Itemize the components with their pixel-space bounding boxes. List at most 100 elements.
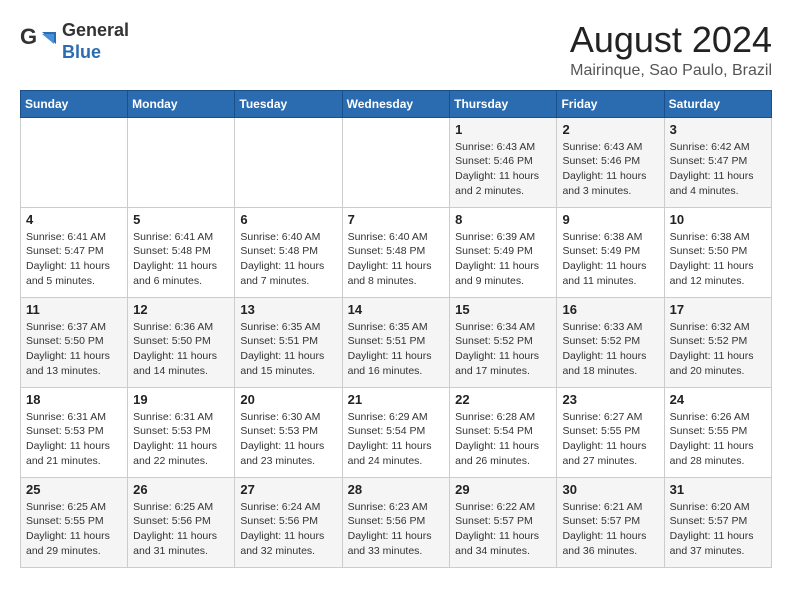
day-info: Sunrise: 6:28 AM Sunset: 5:54 PM Dayligh… (455, 410, 551, 469)
day-number: 18 (26, 392, 122, 407)
calendar-cell: 6 Sunrise: 6:40 AM Sunset: 5:48 PM Daylig… (235, 207, 342, 297)
day-info: Sunrise: 6:33 AM Sunset: 5:52 PM Dayligh… (562, 320, 658, 379)
day-number: 6 (240, 212, 336, 227)
calendar-cell: 22 Sunrise: 6:28 AM Sunset: 5:54 PM Dayli… (450, 387, 557, 477)
day-info: Sunrise: 6:42 AM Sunset: 5:47 PM Dayligh… (670, 140, 766, 199)
day-number: 12 (133, 302, 229, 317)
calendar-cell: 25 Sunrise: 6:25 AM Sunset: 5:55 PM Dayli… (21, 477, 128, 567)
calendar-cell: 2 Sunrise: 6:43 AM Sunset: 5:46 PM Daylig… (557, 117, 664, 207)
calendar-cell: 8 Sunrise: 6:39 AM Sunset: 5:49 PM Daylig… (450, 207, 557, 297)
day-number: 21 (348, 392, 445, 407)
day-info: Sunrise: 6:36 AM Sunset: 5:50 PM Dayligh… (133, 320, 229, 379)
calendar-cell: 4Sunrise: 6:41 AM Sunset: 5:47 PM Daylig… (21, 207, 128, 297)
day-info: Sunrise: 6:38 AM Sunset: 5:49 PM Dayligh… (562, 230, 658, 289)
day-info: Sunrise: 6:39 AM Sunset: 5:49 PM Dayligh… (455, 230, 551, 289)
day-number: 26 (133, 482, 229, 497)
calendar-cell: 26Sunrise: 6:25 AM Sunset: 5:56 PM Dayli… (128, 477, 235, 567)
calendar-cell: 13Sunrise: 6:35 AM Sunset: 5:51 PM Dayli… (235, 297, 342, 387)
calendar-cell: 20 Sunrise: 6:30 AM Sunset: 5:53 PM Dayli… (235, 387, 342, 477)
calendar-cell: 11 Sunrise: 6:37 AM Sunset: 5:50 PM Dayli… (21, 297, 128, 387)
day-info: Sunrise: 6:22 AM Sunset: 5:57 PM Dayligh… (455, 500, 551, 559)
calendar-cell: 10Sunrise: 6:38 AM Sunset: 5:50 PM Dayli… (664, 207, 771, 297)
calendar-cell (235, 117, 342, 207)
day-info: Sunrise: 6:37 AM Sunset: 5:50 PM Dayligh… (26, 320, 122, 379)
day-number: 28 (348, 482, 445, 497)
day-info: Sunrise: 6:41 AM Sunset: 5:48 PM Dayligh… (133, 230, 229, 289)
day-info: Sunrise: 6:35 AM Sunset: 5:51 PM Dayligh… (348, 320, 445, 379)
day-info: Sunrise: 6:30 AM Sunset: 5:53 PM Dayligh… (240, 410, 336, 469)
day-info: Sunrise: 6:25 AM Sunset: 5:55 PM Dayligh… (26, 500, 122, 559)
day-info: Sunrise: 6:20 AM Sunset: 5:57 PM Dayligh… (670, 500, 766, 559)
weekday-header-sunday: Sunday (21, 90, 128, 117)
calendar-table: SundayMondayTuesdayWednesdayThursdayFrid… (20, 90, 772, 568)
calendar-cell: 17Sunrise: 6:32 AM Sunset: 5:52 PM Dayli… (664, 297, 771, 387)
day-number: 15 (455, 302, 551, 317)
day-info: Sunrise: 6:35 AM Sunset: 5:51 PM Dayligh… (240, 320, 336, 379)
calendar-cell: 23 Sunrise: 6:27 AM Sunset: 5:55 PM Dayli… (557, 387, 664, 477)
day-number: 25 (26, 482, 122, 497)
day-number: 16 (562, 302, 658, 317)
week-row-1: 1 Sunrise: 6:43 AM Sunset: 5:46 PM Daylig… (21, 117, 772, 207)
day-number: 11 (26, 302, 122, 317)
day-number: 27 (240, 482, 336, 497)
calendar-cell: 28Sunrise: 6:23 AM Sunset: 5:56 PM Dayli… (342, 477, 450, 567)
day-info: Sunrise: 6:21 AM Sunset: 5:57 PM Dayligh… (562, 500, 658, 559)
day-number: 7 (348, 212, 445, 227)
calendar-cell: 5 Sunrise: 6:41 AM Sunset: 5:48 PM Daylig… (128, 207, 235, 297)
calendar-cell: 21 Sunrise: 6:29 AM Sunset: 5:54 PM Dayli… (342, 387, 450, 477)
calendar-cell: 24 Sunrise: 6:26 AM Sunset: 5:55 PM Dayli… (664, 387, 771, 477)
day-info: Sunrise: 6:40 AM Sunset: 5:48 PM Dayligh… (240, 230, 336, 289)
calendar-cell: 7 Sunrise: 6:40 AM Sunset: 5:48 PM Daylig… (342, 207, 450, 297)
day-number: 19 (133, 392, 229, 407)
day-number: 20 (240, 392, 336, 407)
calendar-cell: 29 Sunrise: 6:22 AM Sunset: 5:57 PM Dayli… (450, 477, 557, 567)
calendar-cell: 15 Sunrise: 6:34 AM Sunset: 5:52 PM Dayli… (450, 297, 557, 387)
calendar-cell: 12 Sunrise: 6:36 AM Sunset: 5:50 PM Dayli… (128, 297, 235, 387)
day-info: Sunrise: 6:41 AM Sunset: 5:47 PM Dayligh… (26, 230, 122, 289)
day-number: 31 (670, 482, 766, 497)
day-info: Sunrise: 6:31 AM Sunset: 5:53 PM Dayligh… (26, 410, 122, 469)
day-info: Sunrise: 6:40 AM Sunset: 5:48 PM Dayligh… (348, 230, 445, 289)
day-number: 1 (455, 122, 551, 137)
week-row-4: 18 Sunrise: 6:31 AM Sunset: 5:53 PM Dayli… (21, 387, 772, 477)
day-number: 30 (562, 482, 658, 497)
day-info: Sunrise: 6:29 AM Sunset: 5:54 PM Dayligh… (348, 410, 445, 469)
day-number: 24 (670, 392, 766, 407)
day-number: 10 (670, 212, 766, 227)
calendar-cell: 30 Sunrise: 6:21 AM Sunset: 5:57 PM Dayli… (557, 477, 664, 567)
weekday-header-friday: Friday (557, 90, 664, 117)
day-number: 8 (455, 212, 551, 227)
logo: G General Blue (20, 20, 129, 63)
calendar-cell (128, 117, 235, 207)
week-row-5: 25 Sunrise: 6:25 AM Sunset: 5:55 PM Dayli… (21, 477, 772, 567)
day-info: Sunrise: 6:32 AM Sunset: 5:52 PM Dayligh… (670, 320, 766, 379)
day-number: 23 (562, 392, 658, 407)
week-row-3: 11 Sunrise: 6:37 AM Sunset: 5:50 PM Dayli… (21, 297, 772, 387)
day-info: Sunrise: 6:34 AM Sunset: 5:52 PM Dayligh… (455, 320, 551, 379)
week-row-2: 4Sunrise: 6:41 AM Sunset: 5:47 PM Daylig… (21, 207, 772, 297)
calendar-cell: 18 Sunrise: 6:31 AM Sunset: 5:53 PM Dayli… (21, 387, 128, 477)
calendar-cell: 19Sunrise: 6:31 AM Sunset: 5:53 PM Dayli… (128, 387, 235, 477)
weekday-header-saturday: Saturday (664, 90, 771, 117)
day-info: Sunrise: 6:43 AM Sunset: 5:46 PM Dayligh… (562, 140, 658, 199)
logo-text: General Blue (62, 20, 129, 63)
day-info: Sunrise: 6:43 AM Sunset: 5:46 PM Dayligh… (455, 140, 551, 199)
day-number: 2 (562, 122, 658, 137)
calendar-cell: 14Sunrise: 6:35 AM Sunset: 5:51 PM Dayli… (342, 297, 450, 387)
day-number: 3 (670, 122, 766, 137)
weekday-header-row: SundayMondayTuesdayWednesdayThursdayFrid… (21, 90, 772, 117)
day-number: 9 (562, 212, 658, 227)
calendar-cell: 1 Sunrise: 6:43 AM Sunset: 5:46 PM Daylig… (450, 117, 557, 207)
day-info: Sunrise: 6:27 AM Sunset: 5:55 PM Dayligh… (562, 410, 658, 469)
calendar-cell (21, 117, 128, 207)
weekday-header-thursday: Thursday (450, 90, 557, 117)
day-number: 29 (455, 482, 551, 497)
day-number: 5 (133, 212, 229, 227)
weekday-header-wednesday: Wednesday (342, 90, 450, 117)
day-number: 22 (455, 392, 551, 407)
weekday-header-monday: Monday (128, 90, 235, 117)
page-header: G General Blue August 2024 Mairinque, Sa… (20, 20, 772, 80)
calendar-cell (342, 117, 450, 207)
calendar-cell: 16 Sunrise: 6:33 AM Sunset: 5:52 PM Dayli… (557, 297, 664, 387)
day-info: Sunrise: 6:26 AM Sunset: 5:55 PM Dayligh… (670, 410, 766, 469)
